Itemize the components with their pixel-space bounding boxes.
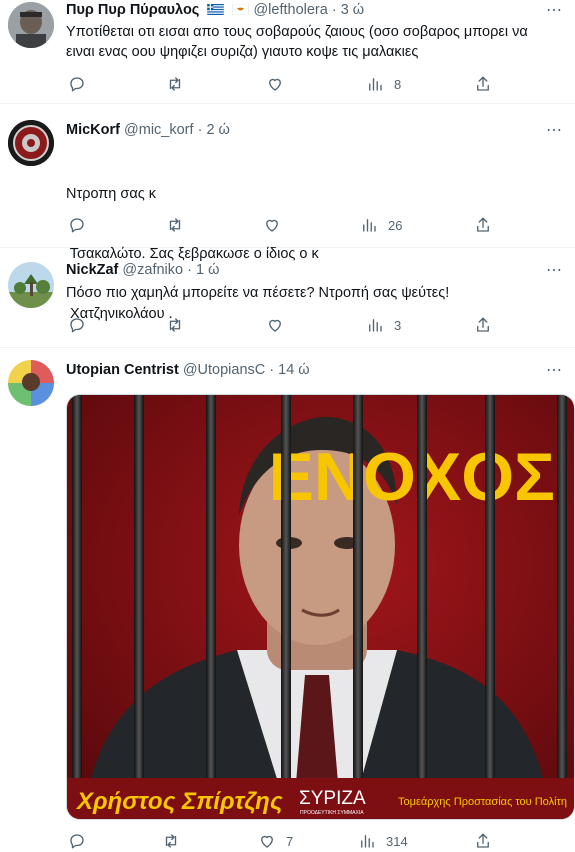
like-icon (261, 835, 273, 848)
share-button[interactable] (474, 216, 492, 234)
poster-party-logo: ΣΥΡΙΖΑ (299, 788, 366, 809)
views-button[interactable]: 3 (366, 316, 401, 334)
display-name[interactable]: NickZaf (66, 262, 118, 278)
more-icon[interactable]: ⋯ (546, 360, 563, 380)
poster-role: Τομεάρχης Προστασίας του Πολίτη (398, 796, 567, 808)
share-button[interactable] (474, 75, 492, 93)
separator: · (331, 2, 337, 18)
views-icon (363, 219, 376, 232)
share-button[interactable] (474, 832, 492, 850)
retweet-button[interactable] (166, 216, 184, 234)
poster-person-name: Χρήστος Σπίρτζης (75, 788, 283, 815)
like-button[interactable] (266, 316, 284, 334)
reply-button[interactable] (68, 216, 86, 234)
reply-button[interactable] (68, 75, 86, 93)
retweet-icon (169, 218, 181, 232)
views-count: 8 (394, 76, 402, 92)
tweet-actions: 8 (66, 75, 516, 95)
avatar[interactable] (8, 2, 54, 48)
like-icon (269, 78, 281, 91)
more-icon[interactable]: ⋯ (546, 120, 563, 140)
like-icon (269, 319, 281, 332)
tweet[interactable]: Πυρ Πυρ Πύραυλος @leftholera · 3 ώ ⋯ Υπο… (0, 0, 575, 104)
tweet-text-line: ειναι ενας οου ψηφιζει συριζα) γιαυτο κο… (66, 44, 419, 60)
reply-button[interactable] (68, 832, 86, 850)
user-handle[interactable]: @UtopiansC (183, 362, 265, 378)
tweet-actions: 3 (66, 316, 516, 336)
like-button[interactable] (263, 216, 281, 234)
poster-party-sub: ΠΡΟΟΔΕΥΤΙΚΗ ΣΥΜΜΑΧΙΑ (300, 810, 364, 816)
views-icon (369, 319, 382, 332)
tweet[interactable]: NickZaf @zafniko · 1 ώ ⋯ Πόσο πιο χαμηλά… (0, 248, 575, 348)
tweet-header: NickZaf @zafniko · 1 ώ (66, 262, 539, 278)
views-button[interactable]: 8 (366, 75, 401, 93)
timestamp[interactable]: 14 ώ (278, 362, 309, 378)
likes-count: 7 (286, 833, 294, 849)
share-icon (477, 317, 489, 332)
tweet-text-line: Υποτίθεται οτι εισαι απο τους σοβαρούς ζ… (66, 24, 528, 40)
tweet-text: Πόσο πιο χαμηλά μπορείτε να πέσετε? Ντρο… (66, 283, 561, 303)
tweet-text-line: Ντροπη σας κ (66, 186, 157, 202)
retweet-button[interactable] (162, 832, 180, 850)
retweet-button[interactable] (166, 75, 184, 93)
reply-button[interactable] (68, 316, 86, 334)
timestamp[interactable]: 3 ώ (341, 2, 364, 18)
views-button[interactable]: 314 (358, 832, 408, 850)
reply-icon (70, 318, 84, 333)
tweet-media-image[interactable]: ΕΝΟΧΟΣ Χρήστος Σπίρτζης ΣΥΡΙΖΑ ΠΡΟΟΔΕΥΤΙ… (66, 394, 575, 820)
views-count: 3 (394, 317, 402, 333)
avatar[interactable] (8, 120, 54, 166)
retweet-icon (169, 318, 181, 332)
views-count: 26 (388, 217, 403, 233)
views-button[interactable]: 26 (360, 216, 402, 234)
avatar[interactable] (8, 360, 54, 406)
like-button[interactable]: 7 (258, 832, 293, 850)
user-handle[interactable]: @leftholera (253, 2, 327, 18)
tweet-header: Πυρ Πυρ Πύραυλος @leftholera · 3 ώ (66, 2, 539, 18)
separator: · (197, 122, 203, 138)
share-icon (477, 833, 489, 848)
tweet-header: MicKorf @mic_korf · 2 ώ (66, 122, 539, 138)
retweet-button[interactable] (166, 316, 184, 334)
display-name[interactable]: Utopian Centrist (66, 362, 179, 378)
views-icon (361, 835, 374, 848)
more-icon[interactable]: ⋯ (546, 0, 563, 20)
tweet[interactable]: MicKorf @mic_korf · 2 ώ ⋯ Ντροπη σας κ Τ… (0, 104, 575, 322)
user-handle[interactable]: @zafniko (122, 262, 183, 278)
greece-flag-icon (207, 4, 225, 15)
share-button[interactable] (474, 316, 492, 334)
user-handle[interactable]: @mic_korf (124, 122, 194, 138)
reply-icon (70, 77, 84, 92)
retweet-icon (165, 834, 177, 848)
views-icon (369, 78, 382, 91)
reply-icon (70, 834, 84, 849)
poster-headline: ΕΝΟΧΟΣ (269, 439, 555, 515)
avatar[interactable] (8, 262, 54, 308)
share-icon (477, 217, 489, 232)
tweet-text-line: Πόσο πιο χαμηλά μπορείτε να πέσετε? Ντρο… (66, 285, 450, 301)
tweet-header: Utopian Centrist @UtopiansC · 14 ώ (66, 362, 539, 378)
tweet-text: Υποτίθεται οτι εισαι απο τους σοβαρούς ζ… (66, 22, 561, 62)
tweet-actions: 7 314 (66, 832, 516, 852)
reply-icon (70, 218, 84, 233)
separator: · (269, 362, 275, 378)
timestamp[interactable]: 1 ώ (196, 262, 219, 278)
share-icon (477, 76, 489, 91)
separator: · (187, 262, 192, 278)
display-name[interactable]: MicKorf (66, 122, 120, 138)
retweet-icon (169, 77, 181, 91)
views-count: 314 (386, 833, 408, 849)
tweet-actions: 26 (66, 216, 516, 236)
like-button[interactable] (266, 75, 284, 93)
timestamp[interactable]: 2 ώ (206, 122, 229, 138)
more-icon[interactable]: ⋯ (546, 260, 563, 280)
cyprus-flag-icon (232, 4, 250, 15)
like-icon (266, 219, 278, 232)
display-name[interactable]: Πυρ Πυρ Πύραυλος (66, 2, 199, 18)
